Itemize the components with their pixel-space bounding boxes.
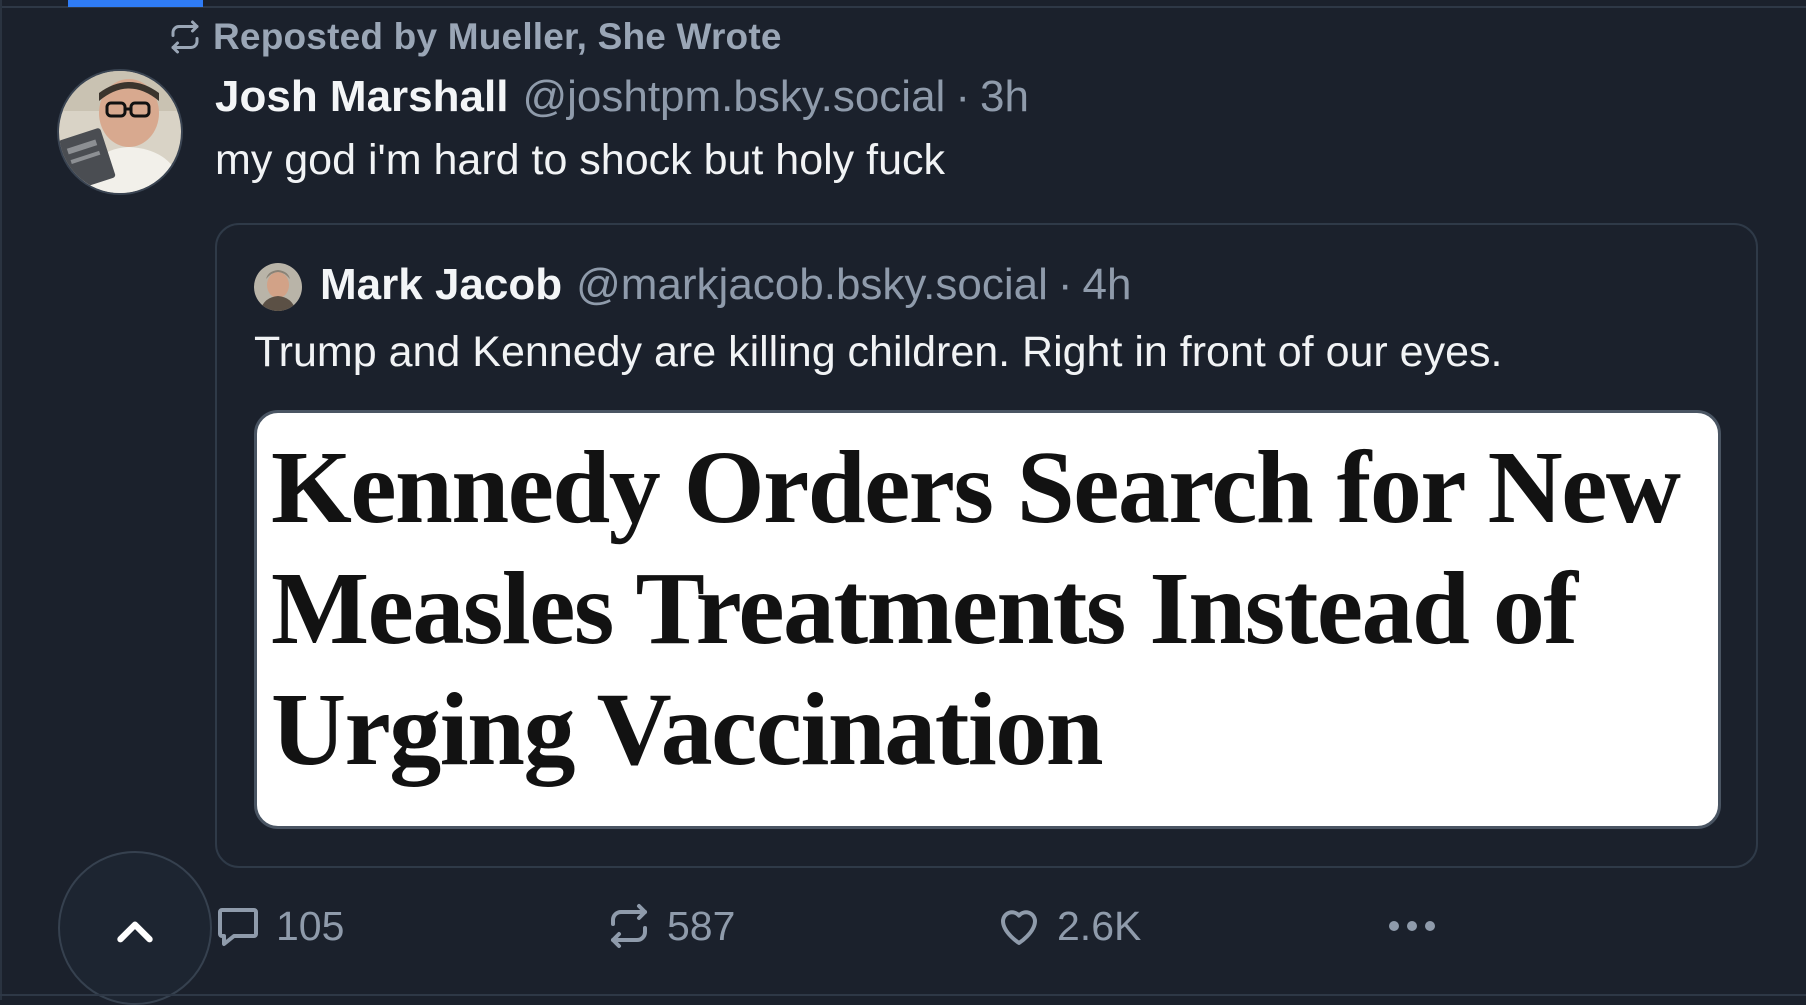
quoted-post-timestamp[interactable]: 4h [1083,260,1132,310]
more-options-button[interactable] [1386,898,1438,954]
scroll-to-top-button[interactable] [58,851,212,1005]
quoted-post[interactable]: Mark Jacob @markjacob.bsky.social · 4h T… [215,223,1758,868]
active-tab-indicator [68,0,203,7]
speech-bubble-icon [218,908,258,946]
top-divider [0,0,1806,8]
repost-icon [171,20,199,54]
like-button[interactable]: 2.6K [995,898,1141,954]
reply-count: 105 [276,902,345,949]
quoted-post-text: Trump and Kennedy are killing children. … [254,328,1503,376]
author-avatar-image [59,71,181,193]
repost-count: 587 [667,902,736,949]
like-count: 2.6K [1057,902,1142,949]
quoted-post-header: Mark Jacob @markjacob.bsky.social · 4h [320,257,1132,313]
ellipsis-icon [1389,921,1435,931]
bottom-divider [0,994,1806,1000]
image-headline: Kennedy Orders Search for New Measles Tr… [271,430,1681,787]
quoted-post-image[interactable]: Kennedy Orders Search for New Measles Tr… [254,410,1721,829]
post-header: Josh Marshall @joshtpm.bsky.social · 3h [215,70,1029,124]
quoted-author-handle[interactable]: @markjacob.bsky.social [576,260,1048,310]
post-timestamp[interactable]: 3h [980,72,1029,122]
reply-button[interactable]: 105 [214,898,344,954]
quoted-header-separator: · [1057,260,1073,309]
heart-icon [1001,910,1037,945]
post-text: my god i'm hard to shock but holy fuck [215,136,945,184]
author-name[interactable]: Josh Marshall [215,72,508,122]
repost-icon [611,904,647,948]
repost-label: Reposted by Mueller, She Wrote [213,16,782,57]
header-separator: · [955,72,970,121]
author-handle[interactable]: @joshtpm.bsky.social [522,72,945,122]
left-border [0,0,2,1000]
repost-context[interactable]: Reposted by Mueller, She Wrote [167,14,782,60]
quoted-author-avatar-image [254,263,302,311]
quoted-author-avatar[interactable] [254,263,302,311]
author-avatar[interactable] [57,69,183,195]
chevron-up-icon [117,921,153,943]
quoted-author-name[interactable]: Mark Jacob [320,260,562,310]
repost-button[interactable]: 587 [605,898,735,954]
